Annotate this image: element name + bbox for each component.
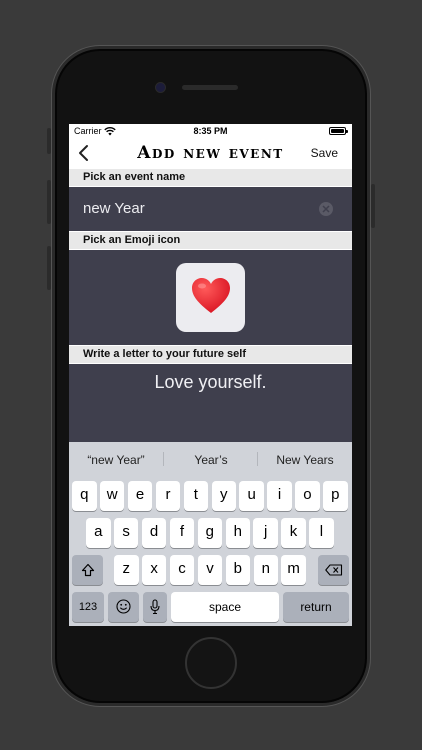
section-header-event-name: Pick an event name [69, 169, 352, 186]
key-g[interactable]: g [197, 518, 223, 548]
key-m[interactable]: m [281, 555, 306, 585]
key-p[interactable]: p [323, 481, 348, 511]
page-title: Add new event [137, 143, 284, 163]
suggestion-2[interactable]: Year’s [164, 453, 258, 467]
key-q[interactable]: q [72, 481, 97, 511]
status-time: 8:35 PM [193, 126, 228, 136]
dictation-key[interactable] [143, 592, 167, 622]
suggestion-bar: “new Year” Year’s New Years [69, 442, 352, 476]
key-b[interactable]: b [225, 555, 251, 585]
earpiece-speaker [182, 85, 238, 90]
emoji-smiley-icon [116, 599, 131, 614]
suggestion-3[interactable]: New Years [258, 453, 352, 467]
key-c[interactable]: c [169, 555, 195, 585]
key-d[interactable]: d [141, 518, 167, 548]
key-u[interactable]: u [239, 481, 264, 511]
mute-switch [47, 128, 51, 154]
key-t[interactable]: t [183, 481, 209, 511]
heart-icon [192, 278, 230, 313]
key-j[interactable]: j [253, 518, 278, 548]
shift-key[interactable] [72, 555, 103, 585]
section-header-letter: Write a letter to your future self [69, 346, 352, 363]
key-h[interactable]: h [225, 518, 250, 548]
emoji-tile[interactable] [176, 263, 245, 332]
phone-screen: Carrier 8:35 PM Add new event Save Pick … [69, 124, 352, 626]
key-o[interactable]: o [295, 481, 320, 511]
save-button[interactable]: Save [311, 146, 338, 160]
navigation-bar: Add new event Save [69, 138, 352, 168]
battery-icon [329, 127, 348, 135]
space-key[interactable]: space [171, 592, 279, 622]
delete-icon [324, 564, 342, 576]
key-k[interactable]: k [281, 518, 306, 548]
return-key[interactable]: return [283, 592, 349, 622]
suggestion-1[interactable]: “new Year” [69, 453, 163, 467]
home-button[interactable] [185, 637, 237, 689]
key-l[interactable]: l [309, 518, 334, 548]
key-i[interactable]: i [267, 481, 292, 511]
delete-key[interactable] [318, 555, 349, 585]
power-button [371, 184, 375, 228]
key-f[interactable]: f [169, 518, 195, 548]
front-camera [156, 83, 165, 92]
key-w[interactable]: w [99, 481, 125, 511]
key-v[interactable]: v [197, 555, 223, 585]
key-x[interactable]: x [141, 555, 167, 585]
emoji-key[interactable] [108, 592, 139, 622]
key-e[interactable]: e [127, 481, 153, 511]
key-n[interactable]: n [253, 555, 278, 585]
volume-up-button [47, 180, 51, 224]
event-name-input[interactable]: new Year [83, 200, 145, 217]
letter-text-area[interactable]: Love yourself. [69, 364, 352, 442]
clear-text-icon[interactable] [319, 202, 333, 216]
shift-icon [81, 563, 94, 577]
section-header-emoji: Pick an Emoji icon [69, 232, 352, 249]
key-z[interactable]: z [114, 555, 139, 585]
key-s[interactable]: s [113, 518, 139, 548]
numbers-key[interactable]: 123 [72, 592, 104, 622]
emoji-picker-panel [69, 250, 352, 345]
microphone-icon [150, 599, 160, 615]
event-name-field[interactable]: new Year [69, 187, 352, 231]
volume-down-button [47, 246, 51, 290]
key-y[interactable]: y [211, 481, 236, 511]
keyboard: “new Year” Year’s New Years qwertyuiop a… [69, 442, 352, 626]
key-r[interactable]: r [155, 481, 181, 511]
status-bar: Carrier 8:35 PM [69, 124, 352, 138]
letter-text[interactable]: Love yourself. [69, 372, 352, 393]
key-a[interactable]: a [86, 518, 111, 548]
